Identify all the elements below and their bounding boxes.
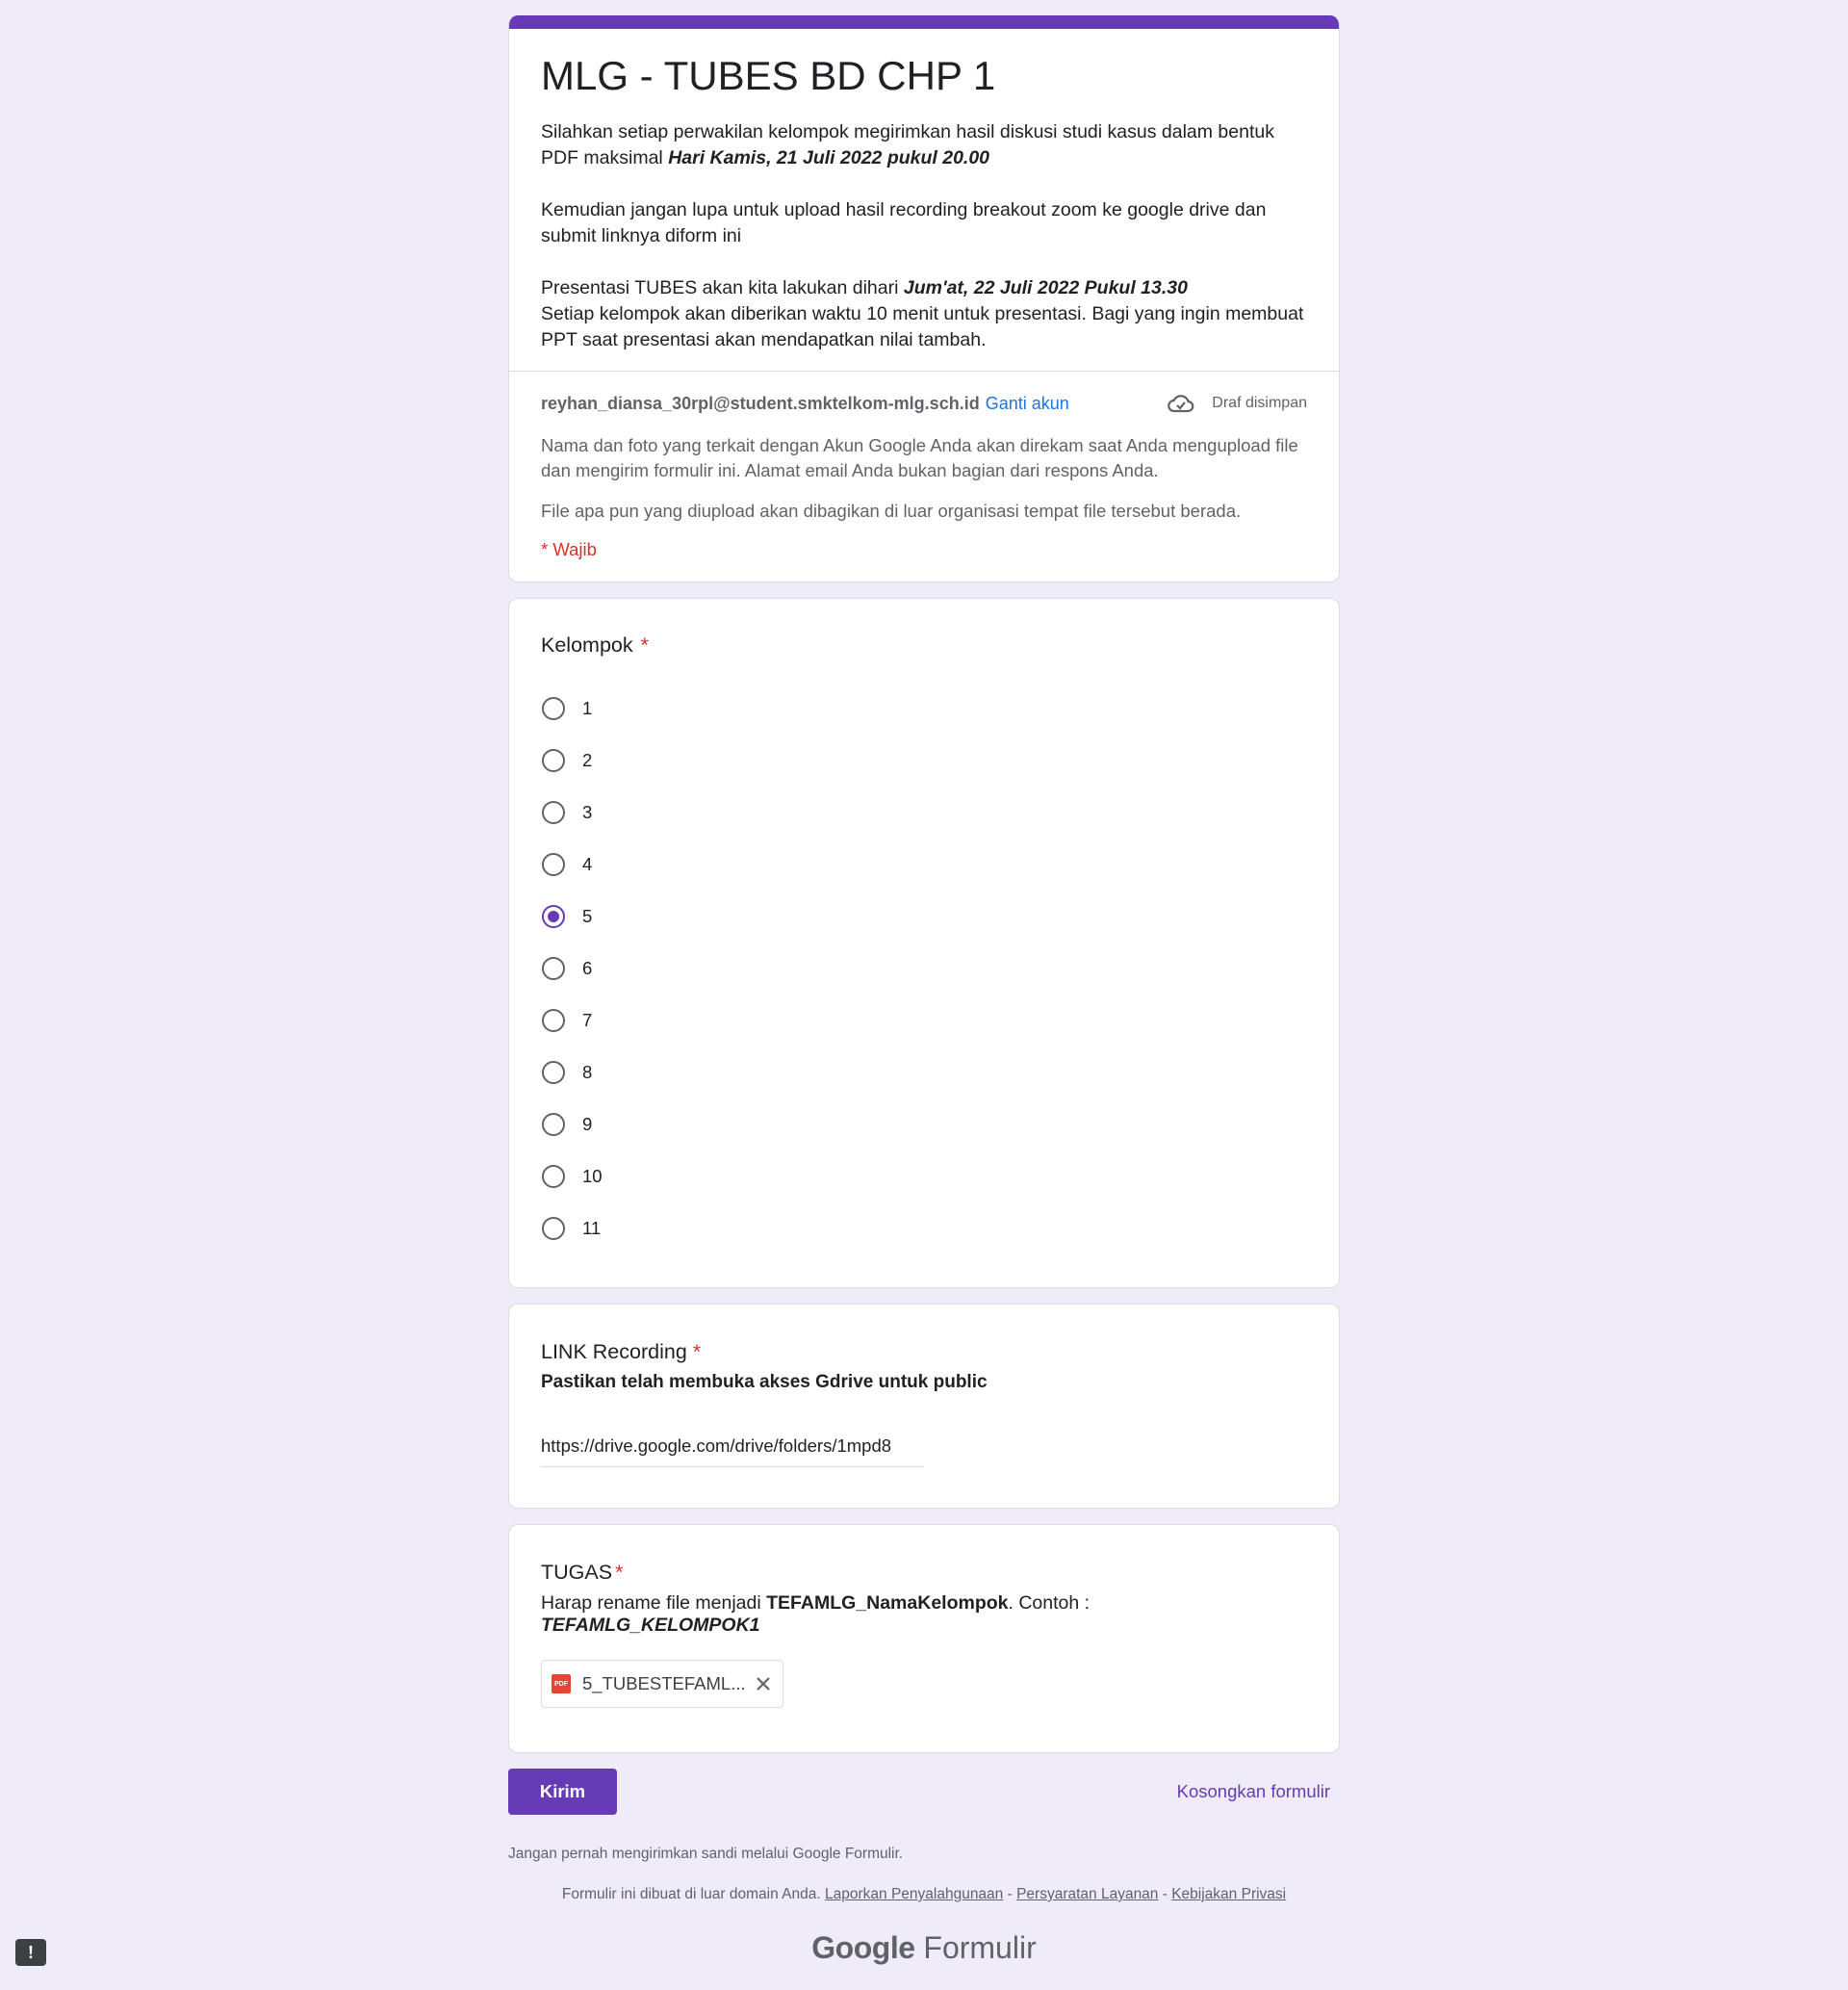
- description-paragraph-2: Kemudian jangan lupa untuk upload hasil …: [541, 199, 1267, 246]
- question-title-text: TUGAS: [541, 1561, 613, 1584]
- radio-option[interactable]: 7: [541, 995, 1307, 1047]
- radio-button[interactable]: [542, 749, 565, 772]
- question-title-text: Kelompok: [541, 633, 633, 657]
- radio-button[interactable]: [542, 853, 565, 876]
- draft-status: Draf disimpan: [1168, 393, 1307, 414]
- required-note: * Wajib: [541, 539, 597, 559]
- description-presentation-date: Jum'at, 22 Juli 2022 Pukul 13.30: [903, 277, 1188, 298]
- question-title: TUGAS *: [541, 1558, 1307, 1587]
- form-header-card: MLG - TUBES BD CHP 1 Silahkan setiap per…: [508, 15, 1340, 582]
- required-mark: *: [615, 1561, 624, 1584]
- question-help-text: Harap rename file menjadi TEFAMLG_NamaKe…: [541, 1592, 1307, 1637]
- clear-form-button[interactable]: Kosongkan formulir: [1177, 1781, 1330, 1802]
- radio-label: 5: [582, 906, 593, 926]
- radio-button[interactable]: [542, 1061, 565, 1084]
- radio-button[interactable]: [542, 697, 565, 720]
- account-row: reyhan_diansa_30rpl@student.smktelkom-ml…: [541, 389, 1307, 418]
- radio-label: 4: [582, 854, 593, 874]
- sharing-note: File apa pun yang diupload akan dibagika…: [541, 501, 1242, 521]
- uploaded-file-name: 5_TUBESTEFAML...: [582, 1673, 746, 1693]
- form-actions: Kirim Kosongkan formulir: [508, 1769, 1340, 1815]
- description-paragraph-1: Silahkan setiap perwakilan kelompok megi…: [541, 119, 1307, 171]
- required-mark: *: [640, 633, 649, 657]
- radio-option[interactable]: 10: [541, 1150, 1307, 1202]
- radio-button[interactable]: [542, 1009, 565, 1032]
- radio-option[interactable]: 4: [541, 839, 1307, 891]
- radio-label: 2: [582, 750, 593, 770]
- question-help-text: Pastikan telah membuka akses Gdrive untu…: [541, 1372, 988, 1392]
- radio-label: 9: [582, 1114, 593, 1134]
- domain-note: Formulir ini dibuat di luar domain Anda.: [561, 1886, 821, 1902]
- privacy-note: Nama dan foto yang terkait dengan Akun G…: [541, 435, 1298, 480]
- radio-option[interactable]: 3: [541, 787, 1307, 839]
- help-text: . Contoh :: [1008, 1592, 1091, 1614]
- privacy-link[interactable]: Kebijakan Privasi: [1171, 1886, 1286, 1902]
- separator: -: [1158, 1886, 1172, 1902]
- account-email: reyhan_diansa_30rpl@student.smktelkom-ml…: [541, 393, 980, 413]
- radio-option[interactable]: 6: [541, 943, 1307, 995]
- radio-label: 1: [582, 698, 593, 718]
- required-mark: *: [692, 1340, 702, 1363]
- help-filename-format: TEFAMLG_NamaKelompok: [766, 1592, 1009, 1614]
- question-link-recording: LINK Recording * Pastikan telah membuka a…: [508, 1304, 1340, 1509]
- radio-button[interactable]: [542, 801, 565, 824]
- cloud-check-icon: [1168, 395, 1194, 413]
- link-recording-input[interactable]: [541, 1432, 924, 1467]
- description-text: Setiap kelompok akan diberikan waktu 10 …: [541, 303, 1304, 350]
- password-warning: Jangan pernah mengirimkan sandi melalui …: [508, 1846, 904, 1862]
- radio-option[interactable]: 11: [541, 1202, 1307, 1254]
- draft-status-text: Draf disimpan: [1212, 395, 1307, 411]
- radio-option[interactable]: 1: [541, 683, 1307, 735]
- radio-group: 1 2 3 4 5 6 7 8 9 10 11: [541, 683, 1307, 1254]
- terms-link[interactable]: Persyaratan Layanan: [1016, 1886, 1158, 1902]
- uploaded-file-chip[interactable]: PDF 5_TUBESTEFAML...: [541, 1660, 783, 1708]
- description-paragraph-3: Presentasi TUBES akan kita lakukan dihar…: [541, 275, 1307, 353]
- question-tugas: TUGAS * Harap rename file menjadi TEFAMLG…: [508, 1524, 1340, 1753]
- radio-button[interactable]: [542, 1217, 565, 1240]
- google-forms-logo[interactable]: Google Formulir: [508, 1930, 1340, 1966]
- report-abuse-link[interactable]: Laporkan Penyalahgunaan: [825, 1886, 1003, 1902]
- radio-option[interactable]: 2: [541, 735, 1307, 787]
- form-title: MLG - TUBES BD CHP 1: [541, 53, 996, 98]
- radio-button[interactable]: [542, 1165, 565, 1188]
- report-icon[interactable]: !: [15, 1939, 46, 1966]
- description-text: Presentasi TUBES akan kita lakukan dihar…: [541, 277, 904, 298]
- radio-button[interactable]: [542, 957, 565, 980]
- radio-label: 10: [582, 1166, 603, 1186]
- radio-button[interactable]: [542, 1113, 565, 1136]
- form-description: Silahkan setiap perwakilan kelompok megi…: [541, 119, 1307, 353]
- radio-label: 6: [582, 958, 593, 978]
- radio-option[interactable]: 5: [541, 891, 1307, 943]
- radio-label: 8: [582, 1062, 593, 1082]
- switch-account-link[interactable]: Ganti akun: [986, 394, 1069, 413]
- brand-google: Google: [811, 1930, 915, 1965]
- question-kelompok: Kelompok * 1 2 3 4 5 6 7 8 9 10 11: [508, 598, 1340, 1288]
- close-icon[interactable]: [754, 1674, 773, 1693]
- radio-button-selected[interactable]: [542, 905, 565, 928]
- header-accent-band: [509, 15, 1339, 29]
- brand-product: Formulir: [923, 1930, 1037, 1965]
- radio-option[interactable]: 9: [541, 1098, 1307, 1150]
- pdf-file-icon: PDF: [552, 1674, 571, 1693]
- help-filename-example: TEFAMLG_KELOMPOK1: [541, 1615, 760, 1636]
- radio-label: 3: [582, 802, 593, 822]
- description-deadline: Hari Kamis, 21 Juli 2022 pukul 20.00: [668, 147, 990, 168]
- question-title-text: LINK Recording: [541, 1340, 687, 1363]
- footer-links: Formulir ini dibuat di luar domain Anda.…: [508, 1886, 1340, 1903]
- radio-option[interactable]: 8: [541, 1047, 1307, 1098]
- help-text: Harap rename file menjadi: [541, 1592, 767, 1614]
- radio-label: 7: [582, 1010, 593, 1030]
- separator: -: [1003, 1886, 1017, 1902]
- form-container: MLG - TUBES BD CHP 1 Silahkan setiap per…: [508, 15, 1340, 1966]
- submit-button[interactable]: Kirim: [508, 1769, 617, 1815]
- question-title: LINK Recording *: [541, 1337, 1307, 1366]
- question-title: Kelompok *: [541, 631, 1307, 659]
- radio-label: 11: [582, 1218, 602, 1238]
